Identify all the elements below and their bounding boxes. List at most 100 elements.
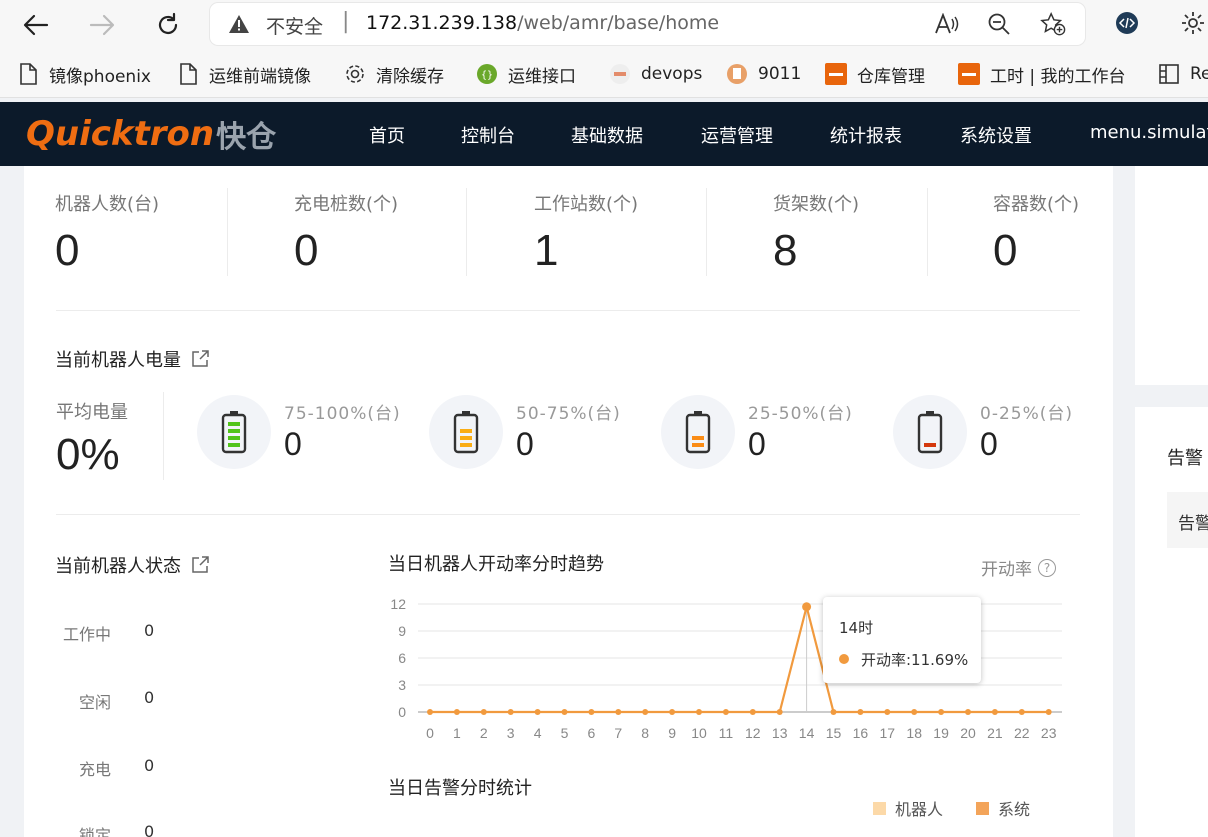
menu-home[interactable]: 首页	[369, 122, 405, 148]
stat-label: 容器数(个)	[993, 194, 1080, 215]
zoom-button[interactable]	[986, 11, 1012, 37]
bookmark-label: 运维接口	[508, 66, 576, 87]
bookmark-item[interactable]: 工时 | 我的工作台	[958, 61, 1126, 87]
settings-extension-button[interactable]	[1180, 10, 1206, 36]
external-link-icon[interactable]	[191, 556, 209, 574]
read-aloud-button[interactable]	[934, 11, 960, 37]
y-tick-label: 3	[398, 677, 406, 693]
section-divider	[56, 310, 1080, 311]
section-divider	[56, 514, 1080, 515]
data-point	[1018, 709, 1025, 715]
battery-count: 0	[980, 426, 998, 462]
battery-low-icon	[917, 411, 943, 454]
y-tick-label: 12	[390, 596, 406, 612]
menu-base-data[interactable]: 基础数据	[571, 122, 643, 148]
url-host: 172.31.239.138	[366, 12, 518, 34]
bookmark-item[interactable]: Re	[1158, 61, 1208, 87]
data-point	[669, 709, 676, 715]
menu-simulation[interactable]: menu.simulat	[1090, 122, 1208, 143]
devops-icon	[609, 63, 631, 85]
trend-chart-title: 当日机器人开动率分时趋势	[388, 554, 604, 575]
data-point	[453, 709, 460, 715]
extension-button[interactable]	[1114, 10, 1140, 36]
bookmark-item[interactable]: 清除缓存	[344, 61, 444, 87]
legend-swatch	[976, 801, 989, 815]
logo[interactable]: Quicktron 快仓	[26, 114, 277, 155]
data-point	[991, 709, 998, 715]
alarm-side-card	[1135, 407, 1208, 837]
x-tick-label: 17	[880, 725, 896, 741]
bookmark-label: 9011	[758, 64, 802, 84]
warning-icon	[229, 15, 249, 33]
reload-button[interactable]	[151, 8, 185, 42]
x-tick-label: 4	[534, 725, 542, 741]
logo-cn: 快仓	[216, 120, 277, 155]
x-tick-label: 2	[480, 725, 488, 741]
data-point	[802, 602, 812, 612]
x-tick-label: 21	[987, 725, 1003, 741]
legend-system[interactable]: 系统	[976, 796, 1030, 820]
star-add-icon	[1040, 12, 1066, 36]
data-point	[696, 709, 702, 715]
x-tick-label: 10	[691, 725, 707, 741]
battery-section-title: 当前机器人电量	[55, 346, 209, 372]
bookmark-label: 运维前端镜像	[209, 66, 311, 87]
status-label: 锁定	[79, 826, 112, 837]
battery-full-icon-wrap	[197, 395, 271, 469]
bookmark-item[interactable]: 9011	[726, 61, 801, 87]
x-tick-label: 15	[826, 725, 842, 741]
zoom-out-icon	[988, 13, 1010, 35]
menu-operations[interactable]: 运营管理	[701, 122, 773, 148]
bookmark-label: 镜像phoenix	[49, 66, 151, 87]
favorites-add-button[interactable]	[1040, 11, 1066, 37]
bookmark-item[interactable]: 仓库管理	[825, 61, 925, 87]
x-tick-label: 3	[507, 725, 515, 741]
x-tick-label: 5	[561, 725, 569, 741]
status-value: 0	[144, 688, 155, 707]
data-point	[776, 709, 783, 715]
data-point	[588, 709, 595, 715]
battery-count: 0	[516, 426, 534, 462]
forward-button[interactable]	[85, 8, 119, 42]
back-button[interactable]	[19, 8, 53, 42]
x-tick-label: 6	[588, 725, 596, 741]
menu-settings[interactable]: 系统设置	[960, 122, 1032, 148]
battery-high-icon	[453, 411, 479, 454]
menu-reports[interactable]: 统计报表	[830, 122, 902, 148]
data-point	[830, 709, 837, 715]
stat-value: 0	[55, 226, 80, 275]
bookmark-item[interactable]: devops	[609, 61, 702, 87]
gear-icon	[1182, 12, 1204, 34]
divider	[706, 188, 707, 276]
x-tick-label: 18	[906, 725, 922, 741]
x-tick-label: 16	[853, 725, 869, 741]
divider	[227, 188, 228, 276]
back-arrow-icon	[23, 14, 49, 36]
data-point	[938, 709, 945, 715]
read-aloud-icon	[935, 13, 959, 34]
question-icon[interactable]: ?	[1038, 558, 1056, 577]
x-tick-label: 22	[1014, 725, 1030, 741]
battery-count: 0	[284, 426, 302, 462]
y-tick-label: 6	[398, 650, 406, 666]
menu-console[interactable]: 控制台	[461, 122, 515, 148]
divider	[466, 188, 467, 276]
battery-range: 75-100%(台)	[284, 404, 401, 424]
tooltip-value: 开动率:11.69%	[861, 651, 969, 669]
bookmark-item[interactable]: {} 运维接口	[476, 61, 576, 87]
data-point	[427, 709, 433, 715]
data-point	[857, 709, 864, 715]
bookmark-item[interactable]: 镜像phoenix	[17, 61, 151, 87]
rate-label: 开动率 ?	[981, 555, 1056, 580]
bookmark-label: Re	[1190, 64, 1208, 84]
data-point	[480, 709, 487, 715]
external-link-icon[interactable]	[191, 350, 209, 368]
x-tick-label: 7	[614, 725, 622, 741]
stat-value: 1	[534, 226, 559, 275]
side-alarm-title: 告警	[1167, 448, 1203, 469]
y-tick-label: 9	[398, 623, 406, 639]
x-tick-label: 12	[745, 725, 761, 741]
bookmark-item[interactable]: 运维前端镜像	[177, 61, 311, 87]
legend-robot[interactable]: 机器人	[873, 796, 943, 820]
address-bar[interactable]: 不安全 | 172.31.239.138/web/amr/base/home	[210, 3, 1085, 45]
